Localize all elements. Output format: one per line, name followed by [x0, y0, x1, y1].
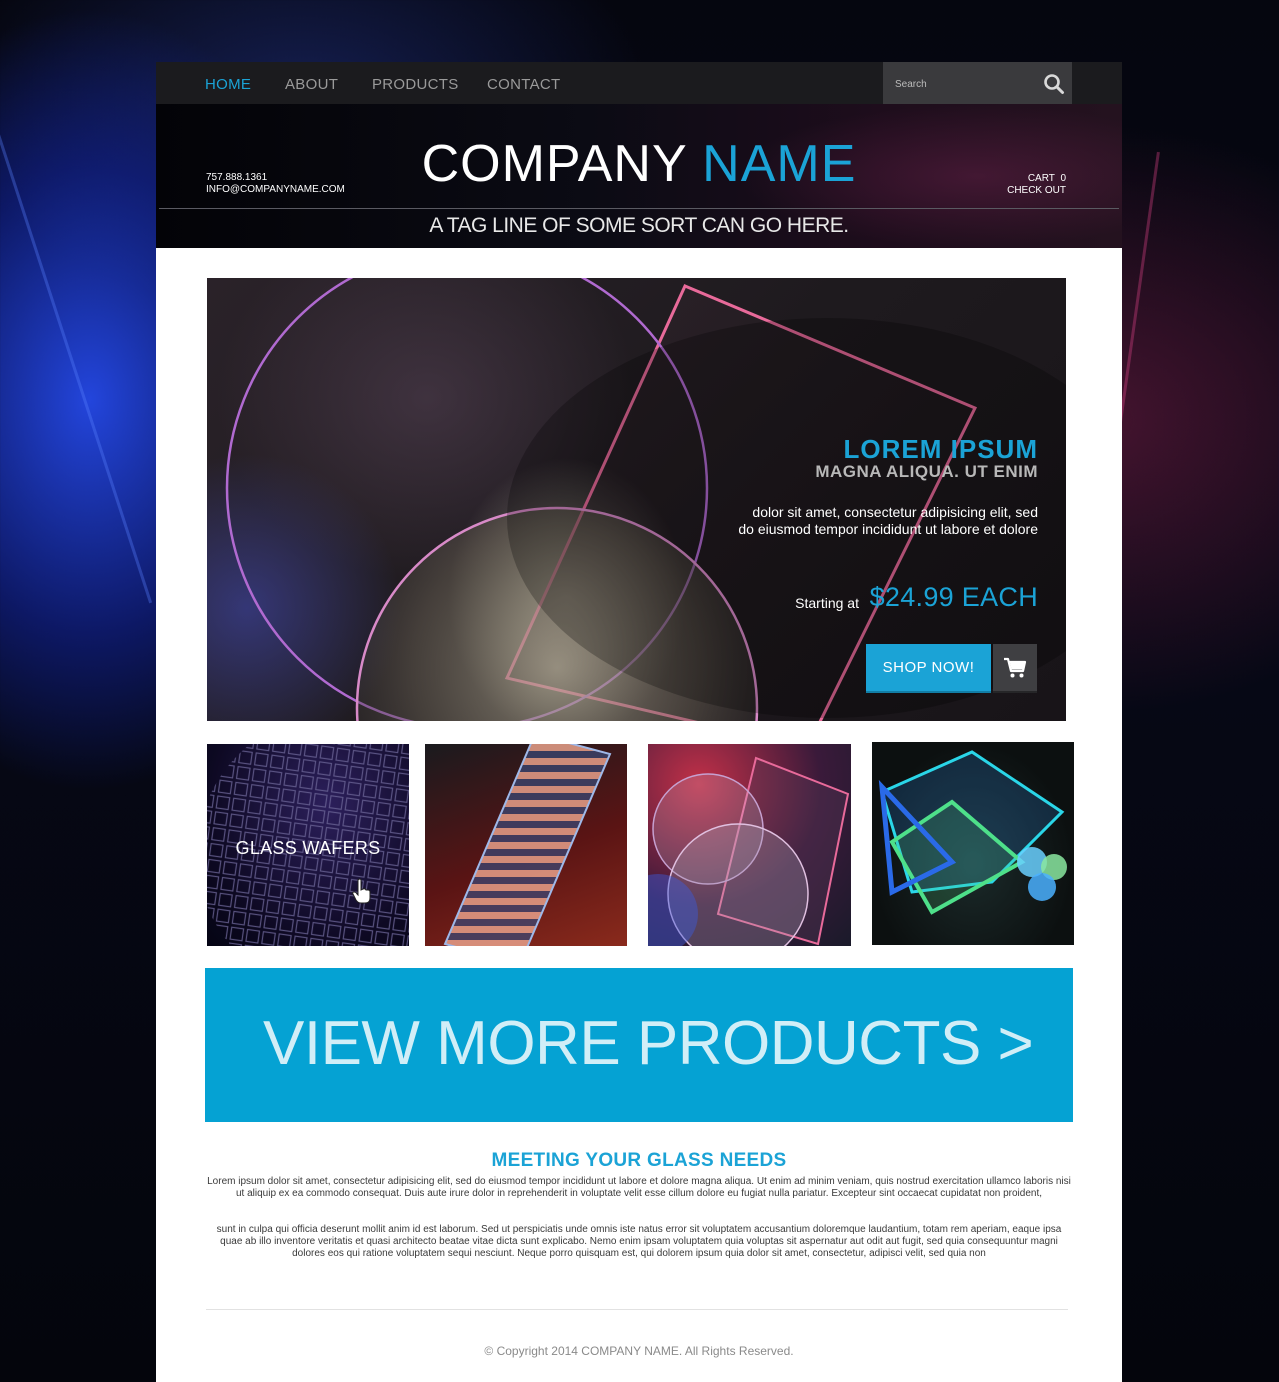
shop-now-button[interactable]: SHOP NOW! [866, 644, 991, 693]
nav-item-home[interactable]: HOME [205, 76, 251, 93]
tagline: A TAG LINE OF SOME SORT CAN GO HERE. [429, 214, 849, 237]
product-tile-striped-slide[interactable] [425, 744, 627, 946]
search-box [883, 62, 1072, 104]
footer-divider [206, 1309, 1068, 1310]
nav-item-about[interactable]: ABOUT [285, 76, 338, 93]
cart-link[interactable]: CART 0 [1007, 173, 1066, 185]
glass-discs-image [648, 756, 850, 946]
search-input[interactable] [893, 74, 1037, 94]
cart-count: 0 [1060, 173, 1066, 184]
page-container: HOME ABOUT PRODUCTS CONTACT 757.888.1361… [156, 62, 1122, 1382]
hero-title: LOREM IPSUM [843, 434, 1038, 464]
nav-item-contact[interactable]: CONTACT [487, 76, 560, 93]
checkout-link[interactable]: CHECK OUT [1007, 185, 1066, 197]
site-header: 757.888.1361 INFO@COMPANYNAME.COM COMPAN… [156, 104, 1122, 248]
nav-item-products[interactable]: PRODUCTS [372, 76, 459, 93]
cart-info: CART 0 CHECK OUT [1007, 173, 1066, 197]
hero-subtitle: MAGNA ALIQUA. UT ENIM [815, 462, 1038, 481]
shopping-cart-icon [1004, 657, 1027, 677]
add-to-cart-button[interactable] [993, 644, 1037, 693]
price-value: $24.99 EACH [869, 582, 1038, 612]
hero-description: dolor sit amet, consectetur adipisicing … [738, 504, 1038, 537]
product-tile-glass-wafers[interactable]: GLASS WAFERS [207, 744, 409, 946]
cart-label: CART [1027, 173, 1055, 184]
search-icon[interactable] [1043, 73, 1065, 95]
logo-accent: NAME [702, 135, 857, 193]
hand-pointer-icon [352, 878, 371, 904]
view-more-products-button[interactable]: VIEW MORE PRODUCTS > [205, 968, 1073, 1122]
product-tile-glass-discs[interactable] [648, 744, 851, 946]
view-more-label: VIEW MORE PRODUCTS > [263, 1009, 1034, 1078]
company-logo[interactable]: COMPANY NAME [156, 134, 1122, 194]
logo-primary: COMPANY [421, 135, 687, 193]
copyright-text: © Copyright 2014 COMPANY NAME. All Right… [484, 1344, 794, 1358]
about-paragraph: Lorem ipsum dolor sit amet, consectetur … [207, 1176, 1071, 1199]
hero-banner: LOREM IPSUM MAGNA ALIQUA. UT ENIM dolor … [207, 278, 1066, 721]
tile-label: GLASS WAFERS [235, 838, 381, 858]
top-navbar: HOME ABOUT PRODUCTS CONTACT [156, 62, 1122, 104]
striped-glass-slide-image [443, 744, 612, 946]
product-tile-fluorescent-glass[interactable] [872, 742, 1074, 945]
price-label: Starting at [795, 595, 859, 611]
fluorescent-glass-image [878, 750, 1067, 915]
section-title: MEETING YOUR GLASS NEEDS [491, 1150, 787, 1171]
about-paragraph: sunt in culpa qui officia deserunt molli… [216, 1224, 1062, 1259]
header-divider [159, 208, 1119, 209]
